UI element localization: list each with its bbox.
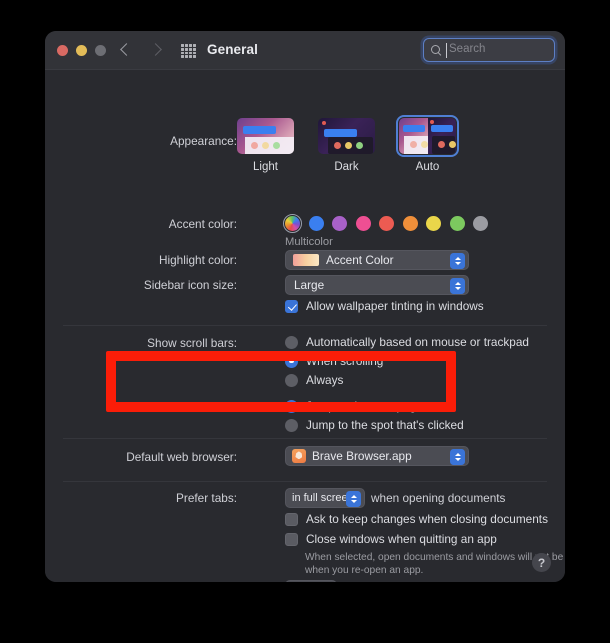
radio-automatic[interactable] [285,335,298,349]
highlight-color-swatch [293,254,319,266]
accent-swatch-orange[interactable] [402,216,418,231]
recent-items-popup[interactable]: 10 [285,580,337,582]
preferences-content: Appearance: Light Dark Auto Accent color… [45,70,565,582]
close-windows-row[interactable]: Close windows when quitting an app [285,532,497,546]
scroll-bar-click-label: Click in the scroll bar to: [111,400,237,414]
search-field[interactable]: Search [423,38,555,62]
accent-swatch-graphite[interactable] [473,216,488,231]
appearance-option-auto[interactable]: Auto [395,114,460,173]
scroll-bars-option-label: Always [306,373,344,387]
scroll-bars-option-automatic[interactable]: Automatically based on mouse or trackpad [285,335,529,349]
sidebar-icon-size-popup[interactable]: Large [285,275,469,295]
section-divider [63,438,547,439]
wallpaper-tinting-checkbox-row[interactable]: Allow wallpaper tinting in windows [285,299,484,313]
close-windows-hint: When selected, open documents and window… [305,552,565,576]
section-divider [63,325,547,326]
appearance-thumb-auto[interactable] [395,114,460,158]
accent-color-swatches [282,213,488,234]
search-icon [431,44,442,56]
accent-swatch-yellow[interactable] [426,216,441,231]
system-preferences-window: General Search Appearance: Light Dark Au… [45,31,565,582]
prefer-tabs-popup[interactable]: in full screen [285,488,365,508]
accent-swatch-purple[interactable] [332,216,347,231]
minimize-button[interactable] [76,45,87,56]
appearance-option-dark[interactable]: Dark [318,118,375,173]
scroll-bar-click-option-next-page[interactable]: Jump to the next page [285,399,423,413]
navigation-buttons [119,42,163,58]
desktop-background: General Search Appearance: Light Dark Au… [0,0,610,643]
scroll-bars-option-label: Automatically based on mouse or trackpad [306,335,529,349]
window-titlebar: General Search [45,31,565,70]
accent-swatch-green[interactable] [449,216,465,231]
highlight-color-popup[interactable]: Accent Color [285,250,469,270]
highlight-color-label: Highlight color: [158,253,237,267]
prefer-tabs-label: Prefer tabs: [176,491,237,505]
window-controls [57,45,106,56]
help-button[interactable]: ? [532,553,551,572]
appearance-thumb-light[interactable] [237,118,294,154]
show-all-grid-icon[interactable] [181,44,196,58]
radio-jump-next-page[interactable] [285,399,298,413]
wallpaper-tinting-checkbox[interactable] [285,299,298,313]
accent-swatch-pink[interactable] [355,216,371,231]
chevron-updown-icon [450,278,465,294]
accent-swatch-red[interactable] [379,216,394,231]
wallpaper-tinting-label: Allow wallpaper tinting in windows [306,299,484,313]
chevron-updown-icon [346,491,361,507]
zoom-button[interactable] [95,45,106,56]
sidebar-icon-size-value: Large [294,278,325,292]
prefer-tabs-value: in full screen [292,492,354,504]
accent-swatch-blue[interactable] [308,216,324,231]
back-chevron-icon[interactable] [119,42,133,58]
text-caret [446,43,447,58]
close-button[interactable] [57,45,68,56]
chevron-updown-icon [450,253,465,269]
appearance-options: Light Dark Auto [237,114,460,173]
radio-jump-spot-clicked[interactable] [285,418,298,432]
scroll-bars-label: Show scroll bars: [147,336,237,350]
section-divider [63,481,547,482]
page-title: General [207,42,258,57]
scroll-bar-click-option-label: Jump to the next page [306,399,423,413]
forward-chevron-icon[interactable] [149,42,163,58]
scroll-bar-click-option-spot-clicked[interactable]: Jump to the spot that's clicked [285,418,464,432]
default-browser-label: Default web browser: [126,450,237,464]
appearance-thumb-dark[interactable] [318,118,375,154]
highlight-color-value: Accent Color [326,253,394,267]
brave-lion-icon [292,449,306,463]
close-windows-checkbox[interactable] [285,532,298,546]
sidebar-icon-size-label: Sidebar icon size: [143,278,237,292]
scroll-bars-option-when-scrolling[interactable]: When scrolling [285,354,383,368]
scroll-bars-option-label: When scrolling [306,354,384,368]
accent-color-label: Accent color: [168,217,237,231]
ask-keep-changes-row[interactable]: Ask to keep changes when closing documen… [285,512,548,526]
chevron-updown-icon [450,449,465,465]
default-browser-value: Brave Browser.app [312,449,412,463]
accent-swatch-multicolor[interactable] [282,213,303,234]
scroll-bars-option-always[interactable]: Always [285,373,343,387]
appearance-label-dark: Dark [334,161,359,173]
default-browser-popup[interactable]: Brave Browser.app [285,446,469,466]
radio-when-scrolling[interactable] [285,354,298,368]
appearance-label: Appearance: [170,134,237,148]
appearance-option-light[interactable]: Light [237,118,294,173]
accent-color-caption: Multicolor [285,236,333,248]
close-windows-label: Close windows when quitting an app [306,532,497,546]
radio-always[interactable] [285,373,298,387]
prefer-tabs-suffix: when opening documents [371,491,506,505]
ask-keep-changes-checkbox[interactable] [285,512,298,526]
search-placeholder: Search [449,43,486,55]
appearance-label-light: Light [253,161,278,173]
appearance-label-auto: Auto [415,161,440,173]
scroll-bar-click-option-label: Jump to the spot that's clicked [306,418,464,432]
ask-keep-changes-label: Ask to keep changes when closing documen… [306,512,548,526]
